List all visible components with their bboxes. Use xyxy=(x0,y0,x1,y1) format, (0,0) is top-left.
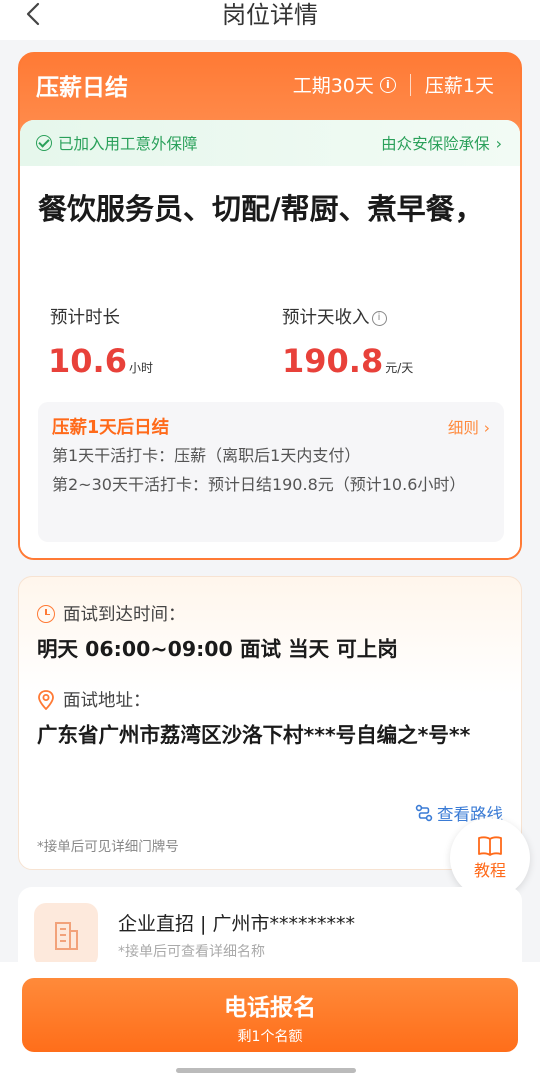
rules-details-link[interactable]: 细则 › xyxy=(448,416,490,438)
address-note: *接单后可见详细门牌号 xyxy=(37,839,179,855)
book-icon xyxy=(478,836,502,856)
income-label: 预计天收入 xyxy=(282,308,370,328)
bottom-bar: 电话报名 剩1个名额 xyxy=(0,962,540,1075)
chevron-right-icon: › xyxy=(495,133,502,153)
interview-time-label: 面试到达时间： xyxy=(63,605,186,625)
job-body: 已加入用工意外保障 由众安保险承保 › 餐饮服务员、切配/帮厨、煮早餐， 预计时… xyxy=(20,120,520,558)
chevron-right-icon: › xyxy=(483,419,490,437)
company-building-icon xyxy=(34,903,98,967)
insurance-text: 已加入用工意外保障 xyxy=(58,135,198,153)
job-title: 餐饮服务员、切配/帮厨、煮早餐， xyxy=(38,192,484,226)
hours-label: 预计时长 xyxy=(50,308,120,328)
company-name: 企业直招 | 广州市********* xyxy=(118,913,355,935)
info-icon[interactable]: i xyxy=(371,310,387,326)
job-summary-card: 压薪日结 工期30天 i 压薪1天 已加入用工意外保障 由众安保险承保 › 餐饮… xyxy=(18,52,522,560)
income-label-wrap: 预计天收入 i xyxy=(282,304,387,329)
shield-check-icon xyxy=(36,135,52,151)
pay-meta: 工期30天 i 压薪1天 xyxy=(293,71,494,98)
insurer-text: 由众安保险承保 xyxy=(381,135,490,153)
route-icon xyxy=(415,804,433,822)
remaining-slots: 剩1个名额 xyxy=(237,1029,303,1045)
pay-rules-box: 压薪1天后日结 细则 › 第1天干活打卡：压薪（离职后1天内支付） 第2~30天… xyxy=(38,402,504,542)
rules-more-label: 细则 xyxy=(447,419,479,437)
location-pin-icon xyxy=(38,689,54,710)
insurance-left: 已加入用工意外保障 xyxy=(36,132,198,154)
info-icon[interactable]: i xyxy=(379,76,396,93)
interview-time-label-row: 面试到达时间： xyxy=(37,601,186,626)
company-note: *接单后可查看详细名称 xyxy=(118,944,265,960)
tutorial-label: 教程 xyxy=(473,861,506,880)
home-indicator xyxy=(176,1068,356,1073)
hours-value-wrap: 10.6 小时 xyxy=(48,342,153,380)
interview-addr-label: 面试地址： xyxy=(63,691,151,711)
top-nav: 岗位详情 xyxy=(0,0,540,40)
hours-unit: 小时 xyxy=(128,361,153,375)
income-value: 190.8 xyxy=(282,342,384,380)
tutorial-button[interactable]: 教程 xyxy=(450,818,530,898)
rule-line-2: 第2~30天干活打卡：预计日结190.8元（预计10.6小时） xyxy=(52,475,466,494)
insurer-link[interactable]: 由众安保险承保 › xyxy=(381,132,502,154)
interview-address: 广东省广州市荔湾区沙洛下村***号自编之*号** xyxy=(37,723,471,747)
clock-icon xyxy=(37,604,55,623)
apply-label: 电话报名 xyxy=(224,995,316,1021)
income-unit: 元/天 xyxy=(385,361,414,375)
rules-title: 压薪1天后日结 xyxy=(52,418,170,438)
insurance-banner[interactable]: 已加入用工意外保障 由众安保险承保 › xyxy=(20,120,520,166)
divider xyxy=(409,73,411,96)
income-value-wrap: 190.8 元/天 xyxy=(282,342,413,380)
interview-time-value: 明天 06:00~09:00 面试 当天 可上岗 xyxy=(37,637,398,661)
hours-value: 10.6 xyxy=(48,342,127,380)
rule-line-1: 第1天干活打卡：压薪（离职后1天内支付） xyxy=(52,446,361,465)
pay-header: 压薪日结 工期30天 i 压薪1天 xyxy=(20,54,520,120)
hold-label: 压薪1天 xyxy=(424,75,494,97)
interview-addr-label-row: 面试地址： xyxy=(37,687,151,712)
pay-type-title: 压薪日结 xyxy=(36,75,128,101)
duration-label: 工期30天 xyxy=(292,75,374,97)
interview-card: 面试到达时间： 明天 06:00~09:00 面试 当天 可上岗 面试地址： 广… xyxy=(18,576,522,870)
page-title: 岗位详情 xyxy=(222,1,318,29)
phone-apply-button[interactable]: 电话报名 剩1个名额 xyxy=(22,978,518,1052)
